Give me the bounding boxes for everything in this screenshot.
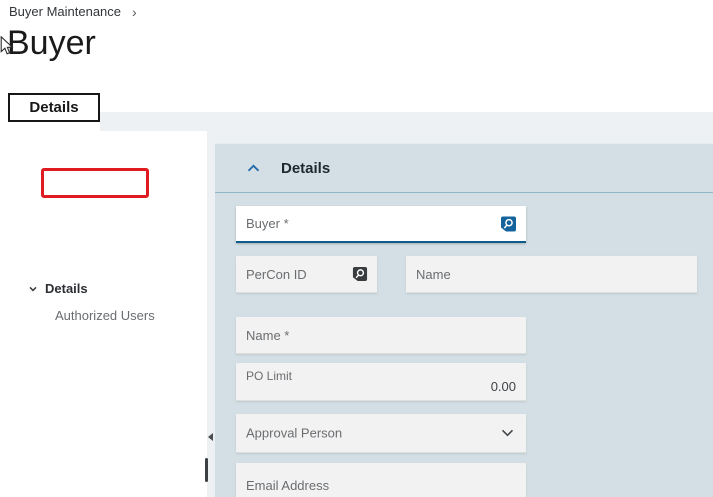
approval-person-select[interactable]: Approval Person: [236, 414, 526, 453]
value-help-search-icon[interactable]: [352, 266, 368, 282]
percon-id-field: [236, 256, 377, 293]
details-panel-title: Details: [281, 159, 331, 177]
email-input[interactable]: [236, 463, 526, 497]
tree-item-details[interactable]: Details: [28, 281, 88, 296]
name-field: [236, 317, 526, 354]
name-input[interactable]: [236, 317, 526, 353]
po-limit-field[interactable]: PO Limit 0.00: [236, 363, 526, 401]
tree-item-authorized-users[interactable]: Authorized Users: [55, 308, 155, 323]
mouse-cursor-icon: [0, 35, 14, 61]
collapse-panel-arrow-icon[interactable]: [208, 433, 213, 441]
value-help-search-icon[interactable]: [500, 215, 517, 232]
details-panel-header[interactable]: Details: [215, 144, 713, 193]
tree-item-details-label: Details: [45, 281, 88, 296]
chevron-down-icon[interactable]: [501, 429, 514, 438]
buyer-field: [236, 206, 526, 243]
tab-details[interactable]: Details: [8, 93, 100, 122]
breadcrumb: Buyer Maintenance ›: [9, 4, 137, 19]
scrollbar-thumb[interactable]: [205, 458, 208, 482]
approval-person-placeholder: Approval Person: [246, 425, 343, 441]
buyer-input[interactable]: [236, 206, 526, 241]
tree-panel: Details Authorized Users: [8, 131, 207, 497]
name-display-field: [406, 256, 697, 293]
chevron-down-icon[interactable]: [28, 284, 38, 294]
name-display-input[interactable]: [406, 256, 697, 292]
po-limit-value: 0.00: [490, 379, 516, 394]
breadcrumb-separator-icon: ›: [132, 3, 137, 20]
breadcrumb-link-buyer-maintenance[interactable]: Buyer Maintenance: [9, 4, 121, 19]
po-limit-label: PO Limit: [246, 369, 293, 383]
panel-gutter: [207, 143, 215, 497]
buyer-maintenance-screen: Buyer Maintenance › Buyer Details Detail…: [0, 0, 713, 497]
page-title: Buyer: [7, 24, 96, 62]
email-field: [236, 463, 526, 497]
chevron-up-icon[interactable]: [247, 164, 260, 173]
